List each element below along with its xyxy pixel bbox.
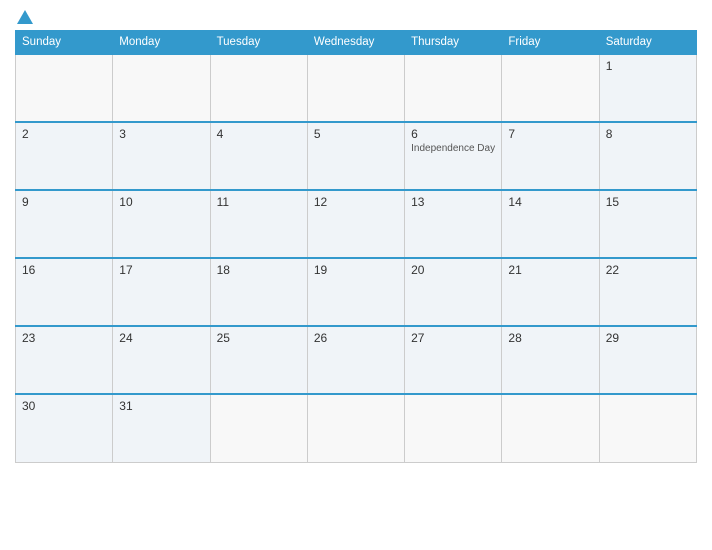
day-number: 27: [411, 331, 495, 345]
calendar-day-cell: 16: [16, 258, 113, 326]
calendar-day-cell: [113, 54, 210, 122]
calendar-week-row: 16 17 18 19 20 21 22: [16, 258, 697, 326]
calendar-page: SundayMondayTuesdayWednesdayThursdayFrid…: [0, 0, 712, 550]
calendar-day-cell: 13: [405, 190, 502, 258]
calendar-day-cell: 11: [210, 190, 307, 258]
calendar-day-cell: 1: [599, 54, 696, 122]
day-number: 8: [606, 127, 690, 141]
calendar-day-cell: 25: [210, 326, 307, 394]
weekday-header: Monday: [113, 31, 210, 55]
logo-triangle-icon: [17, 10, 33, 24]
day-number: 7: [508, 127, 592, 141]
calendar-day-cell: 30: [16, 394, 113, 462]
day-number: 20: [411, 263, 495, 277]
calendar-table: SundayMondayTuesdayWednesdayThursdayFrid…: [15, 30, 697, 463]
day-number: 22: [606, 263, 690, 277]
day-number: 1: [606, 59, 690, 73]
calendar-body: 123456Independence Day789101112131415161…: [16, 54, 697, 462]
day-number: 25: [217, 331, 301, 345]
day-number: 29: [606, 331, 690, 345]
calendar-day-cell: 21: [502, 258, 599, 326]
day-number: 31: [119, 399, 203, 413]
calendar-day-cell: [210, 54, 307, 122]
calendar-week-row: 1: [16, 54, 697, 122]
weekday-header: Tuesday: [210, 31, 307, 55]
calendar-day-cell: [405, 54, 502, 122]
calendar-day-cell: 4: [210, 122, 307, 190]
calendar-day-cell: [307, 54, 404, 122]
day-number: 10: [119, 195, 203, 209]
calendar-day-cell: 26: [307, 326, 404, 394]
calendar-day-cell: 2: [16, 122, 113, 190]
calendar-header-row: SundayMondayTuesdayWednesdayThursdayFrid…: [16, 31, 697, 55]
weekday-header: Saturday: [599, 31, 696, 55]
day-number: 30: [22, 399, 106, 413]
day-number: 4: [217, 127, 301, 141]
calendar-week-row: 23 24 25 26 27 28 29: [16, 326, 697, 394]
calendar-day-cell: 23: [16, 326, 113, 394]
day-number: 15: [606, 195, 690, 209]
calendar-day-cell: 24: [113, 326, 210, 394]
weekday-header: Wednesday: [307, 31, 404, 55]
calendar-day-cell: 19: [307, 258, 404, 326]
day-number: 23: [22, 331, 106, 345]
weekday-header: Sunday: [16, 31, 113, 55]
day-number: 13: [411, 195, 495, 209]
day-number: 9: [22, 195, 106, 209]
calendar-day-cell: 3: [113, 122, 210, 190]
calendar-day-cell: 20: [405, 258, 502, 326]
day-number: 12: [314, 195, 398, 209]
calendar-day-cell: [16, 54, 113, 122]
calendar-day-cell: 12: [307, 190, 404, 258]
day-number: 11: [217, 195, 301, 209]
day-number: 5: [314, 127, 398, 141]
logo: [15, 10, 35, 24]
event-label: Independence Day: [411, 143, 495, 154]
weekday-header: Friday: [502, 31, 599, 55]
calendar-week-row: 9 10 11 12 13 14 15: [16, 190, 697, 258]
calendar-day-cell: [599, 394, 696, 462]
calendar-day-cell: 15: [599, 190, 696, 258]
calendar-day-cell: [210, 394, 307, 462]
calendar-day-cell: 10: [113, 190, 210, 258]
weekday-header: Thursday: [405, 31, 502, 55]
calendar-day-cell: 22: [599, 258, 696, 326]
calendar-day-cell: 28: [502, 326, 599, 394]
calendar-day-cell: [502, 54, 599, 122]
calendar-day-cell: [502, 394, 599, 462]
day-number: 28: [508, 331, 592, 345]
day-number: 14: [508, 195, 592, 209]
calendar-day-cell: 9: [16, 190, 113, 258]
calendar-day-cell: 27: [405, 326, 502, 394]
day-number: 19: [314, 263, 398, 277]
day-number: 24: [119, 331, 203, 345]
day-number: 3: [119, 127, 203, 141]
calendar-day-cell: 5: [307, 122, 404, 190]
calendar-week-row: 23456 Independence Day 78: [16, 122, 697, 190]
calendar-day-cell: 17: [113, 258, 210, 326]
calendar-day-cell: [405, 394, 502, 462]
calendar-day-cell: 18: [210, 258, 307, 326]
calendar-header: [15, 10, 697, 24]
calendar-day-cell: 14: [502, 190, 599, 258]
calendar-day-cell: 29: [599, 326, 696, 394]
calendar-day-cell: 6 Independence Day: [405, 122, 502, 190]
calendar-day-cell: [307, 394, 404, 462]
day-number: 6: [411, 127, 495, 141]
day-number: 2: [22, 127, 106, 141]
day-number: 18: [217, 263, 301, 277]
day-number: 21: [508, 263, 592, 277]
calendar-day-cell: 8: [599, 122, 696, 190]
calendar-week-row: 30 31: [16, 394, 697, 462]
calendar-day-cell: 7: [502, 122, 599, 190]
calendar-day-cell: 31: [113, 394, 210, 462]
day-number: 17: [119, 263, 203, 277]
day-number: 16: [22, 263, 106, 277]
day-number: 26: [314, 331, 398, 345]
